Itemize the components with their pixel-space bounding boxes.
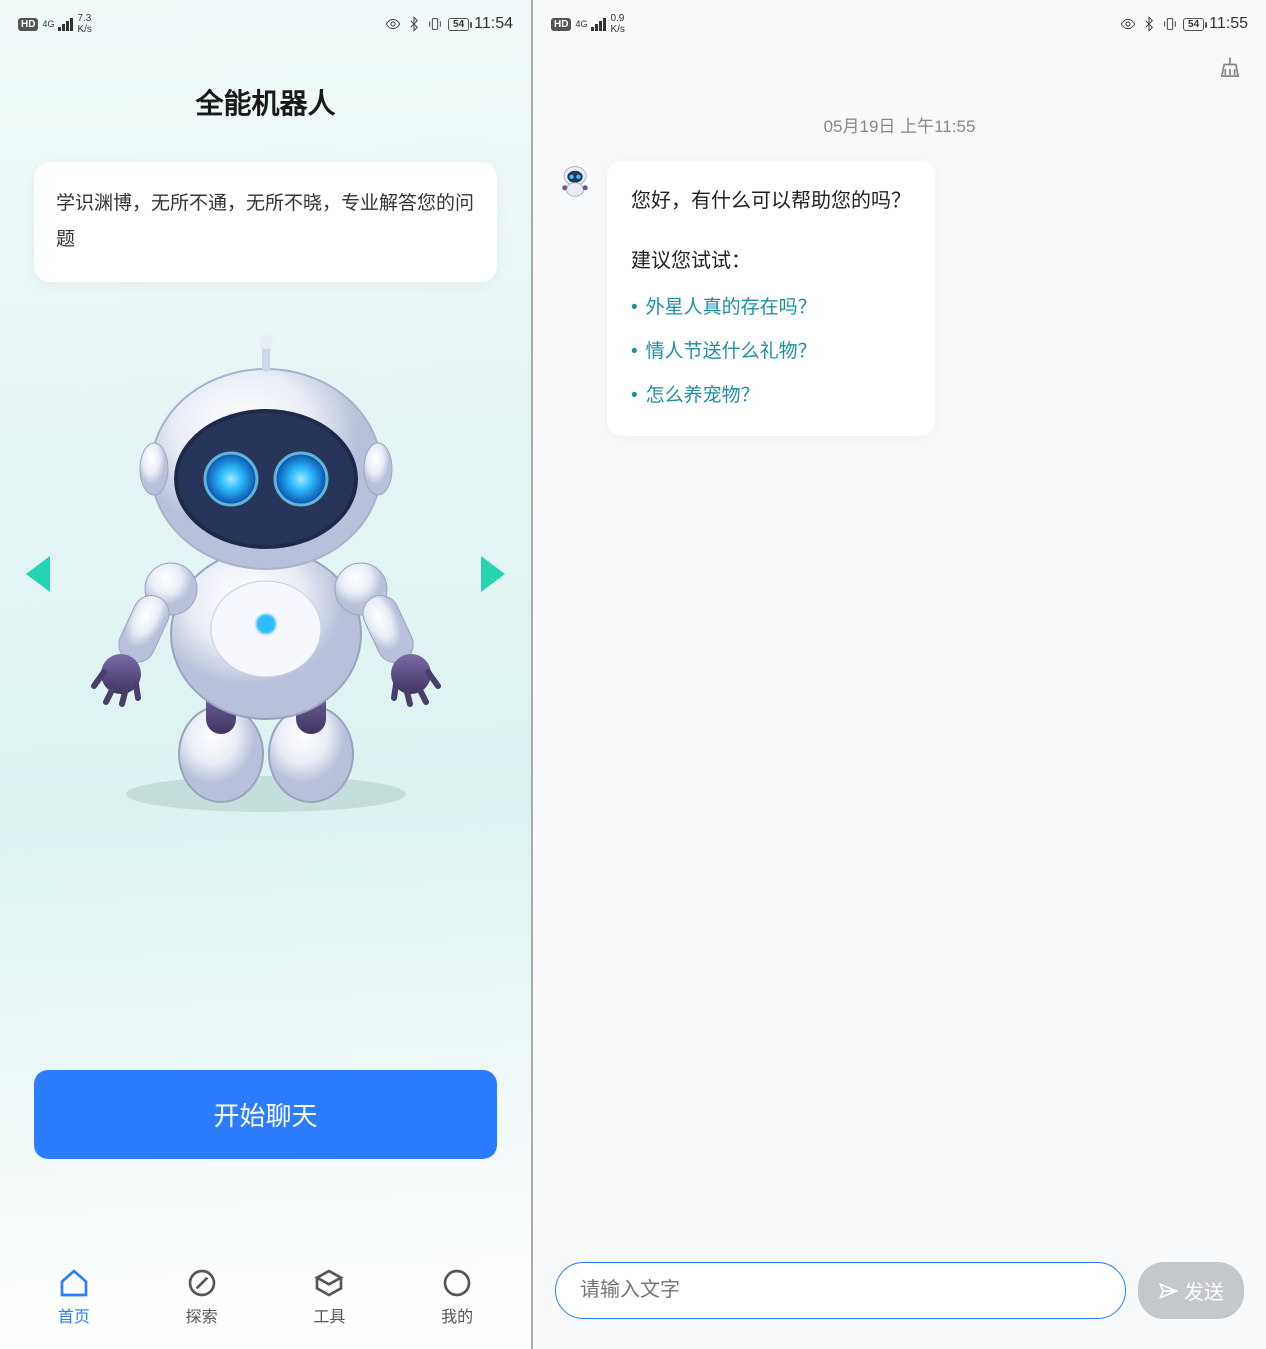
suggestion-item[interactable]: 怎么养宠物？ (631, 379, 911, 413)
greeting-text: 您好，有什么可以帮助您的吗？ (631, 183, 911, 219)
eye-icon (1120, 16, 1136, 32)
battery-icon: 54 (1183, 18, 1204, 31)
network-type: 4G (575, 20, 587, 29)
hd-badge: HD (551, 18, 571, 31)
description-bubble: 学识渊博，无所不通，无所不晓，专业解答您的问题 (34, 162, 497, 282)
nav-tools[interactable]: 工具 (313, 1267, 345, 1327)
page-title: 全能机器人 (0, 82, 531, 122)
suggestion-item[interactable]: 外星人真的存在吗？ (631, 291, 911, 325)
chat-bubble: 您好，有什么可以帮助您的吗？ 建议您试试： 外星人真的存在吗？ 情人节送什么礼物… (607, 161, 935, 436)
nav-home[interactable]: 首页 (58, 1267, 90, 1327)
chat-header (533, 46, 1266, 82)
battery-icon: 54 (448, 18, 469, 31)
message-input[interactable] (555, 1262, 1126, 1319)
nav-label: 工具 (313, 1303, 345, 1327)
eye-icon (385, 16, 401, 32)
clock: 11:55 (1209, 15, 1248, 33)
chat-screen: HD 4G 0.9K/s 54 11:55 05月19日 上午11:55 (533, 0, 1266, 1349)
carousel-prev-icon[interactable] (26, 556, 50, 592)
chat-timestamp: 05月19日 上午11:55 (533, 112, 1266, 137)
send-icon (1158, 1281, 1178, 1301)
nav-label: 首页 (58, 1303, 90, 1327)
signal-icon (58, 18, 73, 31)
broom-icon[interactable] (1216, 54, 1244, 82)
nav-explore[interactable]: 探索 (186, 1267, 218, 1327)
bluetooth-icon (406, 16, 422, 32)
hd-badge: HD (18, 18, 38, 31)
suggestion-prompt: 建议您试试： (631, 243, 911, 279)
chat-message-row: 您好，有什么可以帮助您的吗？ 建议您试试： 外星人真的存在吗？ 情人节送什么礼物… (533, 137, 1266, 436)
bluetooth-icon (1141, 16, 1157, 32)
robot-image (86, 334, 446, 814)
nav-label: 探索 (186, 1303, 218, 1327)
network-type: 4G (42, 20, 54, 29)
network-speed: 0.9K/s (610, 13, 624, 35)
status-bar: HD 4G 0.9K/s 54 11:55 (533, 0, 1266, 46)
vibrate-icon (427, 16, 443, 32)
signal-icon (591, 18, 606, 31)
vibrate-icon (1162, 16, 1178, 32)
home-screen: HD 4G 7.3K/s 54 11:54 全能机器人 学识渊博，无所不通，无所… (0, 0, 533, 1349)
network-speed: 7.3K/s (77, 13, 91, 35)
bottom-nav: 首页 探索 工具 我的 (0, 1267, 531, 1327)
carousel-next-icon[interactable] (481, 556, 505, 592)
nav-label: 我的 (441, 1303, 473, 1327)
suggestion-item[interactable]: 情人节送什么礼物？ (631, 335, 911, 369)
home-icon (58, 1267, 90, 1299)
status-bar: HD 4G 7.3K/s 54 11:54 (0, 0, 531, 46)
send-button[interactable]: 发送 (1138, 1262, 1244, 1319)
clock: 11:54 (474, 15, 513, 33)
start-chat-button[interactable]: 开始聊天 (34, 1070, 497, 1159)
send-label: 发送 (1184, 1276, 1224, 1305)
bot-avatar (555, 161, 595, 201)
message-input-bar: 发送 (555, 1262, 1244, 1319)
compass-icon (186, 1267, 218, 1299)
box-icon (313, 1267, 345, 1299)
circle-icon (441, 1267, 473, 1299)
robot-carousel (0, 294, 531, 854)
nav-mine[interactable]: 我的 (441, 1267, 473, 1327)
